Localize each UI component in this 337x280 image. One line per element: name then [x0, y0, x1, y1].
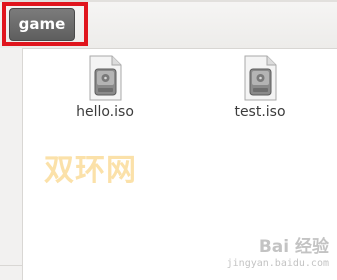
sidebar[interactable]	[0, 48, 23, 280]
file-manager-window: game hello.iso test.iso 双环网 Bai 经验 jingy…	[0, 0, 337, 280]
baidu-watermark-text: Bai 经验	[258, 237, 329, 257]
file-name-label: test.iso	[234, 104, 286, 120]
disc-image-icon	[89, 55, 122, 101]
file-item-hello-iso[interactable]: hello.iso	[55, 55, 155, 120]
file-name-label: hello.iso	[76, 104, 134, 120]
baidu-watermark-url: jingyan.baidu.com	[226, 258, 329, 269]
sidebar-divider	[0, 265, 22, 266]
file-item-test-iso[interactable]: test.iso	[210, 55, 310, 120]
toolbar: game	[0, 0, 337, 49]
baidu-watermark: Bai 经验 jingyan.baidu.com	[227, 232, 329, 269]
path-button-game[interactable]: game	[9, 8, 75, 41]
site-watermark: 双环网	[44, 153, 137, 188]
disc-image-icon	[244, 55, 277, 101]
toolbar-top-border	[0, 0, 337, 2]
